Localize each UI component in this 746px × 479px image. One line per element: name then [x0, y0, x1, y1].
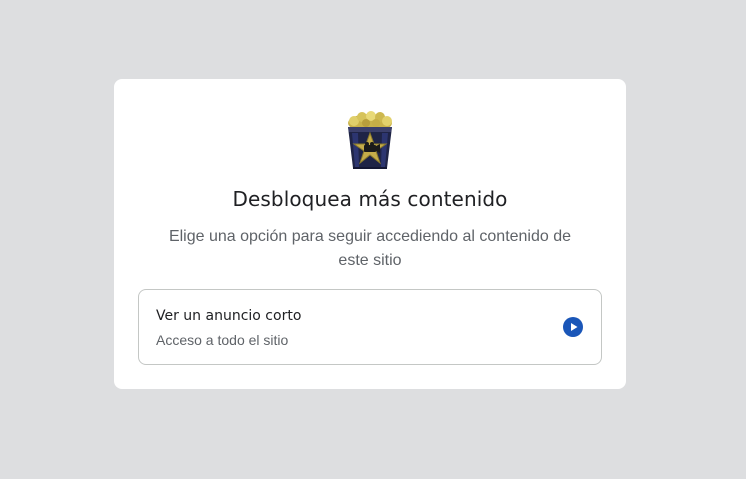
- offerwall-dialog: Desbloquea más contenido Elige una opció…: [114, 79, 626, 389]
- option-title: Ver un anuncio corto: [156, 308, 302, 324]
- play-circle-icon[interactable]: [563, 317, 583, 337]
- dialog-title: Desbloquea más contenido: [232, 187, 508, 211]
- popcorn-bucket-icon: [344, 111, 396, 171]
- dialog-subtitle: Elige una opción para seguir accediendo …: [168, 228, 572, 269]
- watch-ad-option[interactable]: Ver un anuncio corto Acceso a todo el si…: [138, 289, 602, 365]
- option-description: Acceso a todo el sitio: [156, 332, 289, 348]
